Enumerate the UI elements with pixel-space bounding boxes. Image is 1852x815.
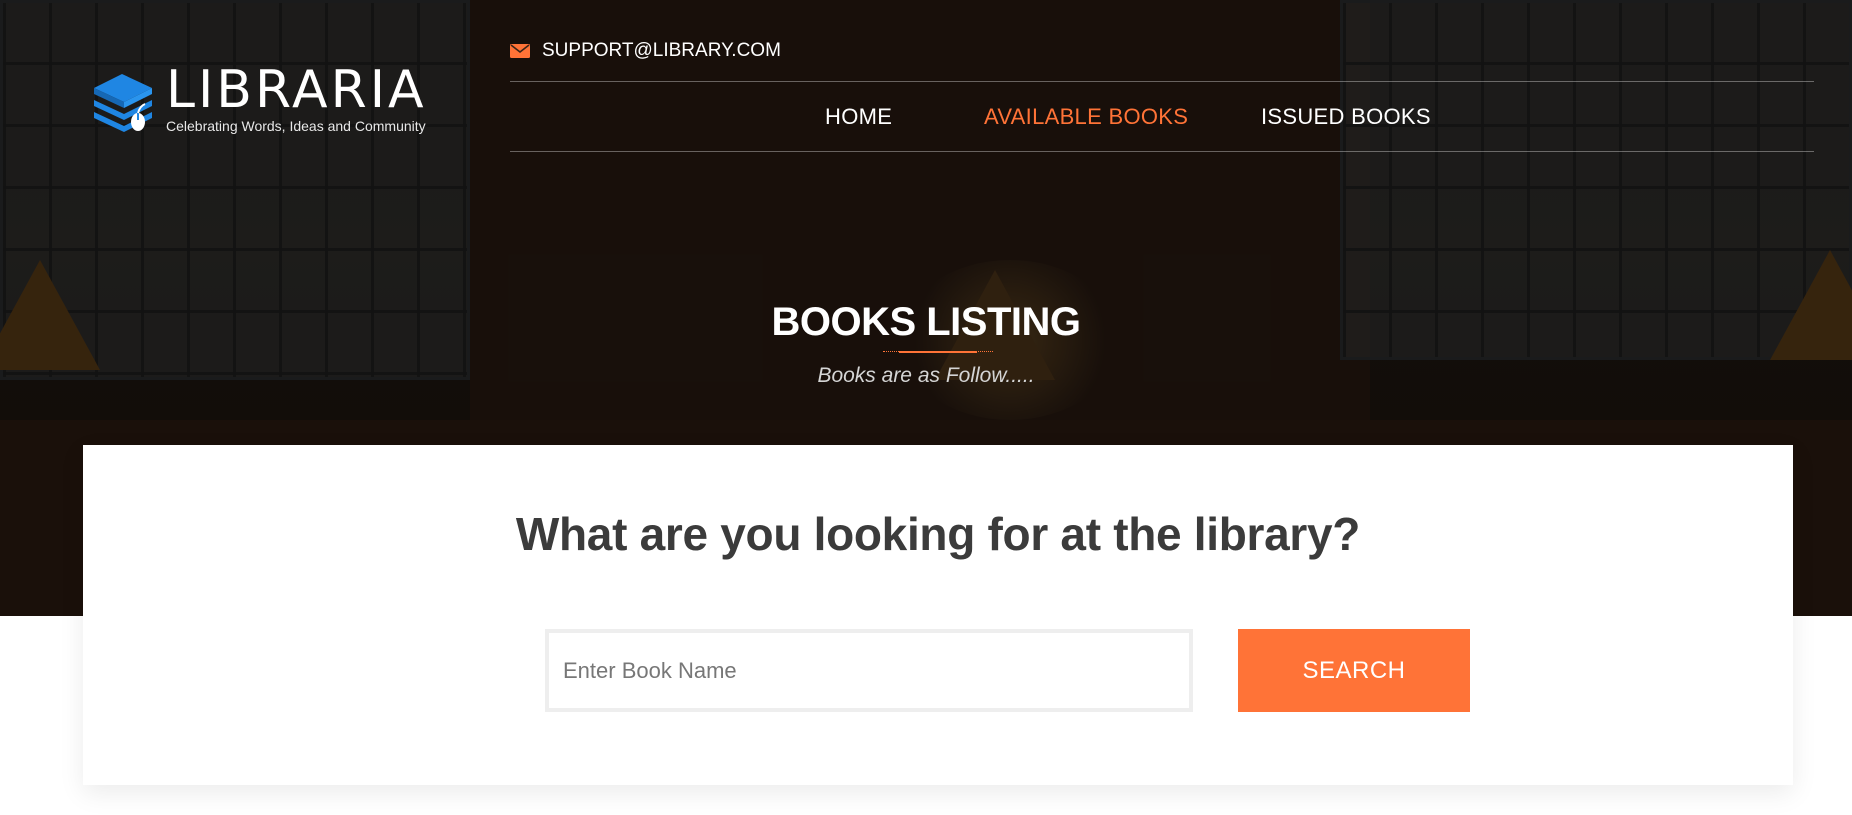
nav-divider-bottom xyxy=(510,151,1814,152)
brand-tagline: Celebrating Words, Ideas and Community xyxy=(166,118,426,134)
nav-item-issued-books[interactable]: ISSUED BOOKS xyxy=(1261,104,1431,130)
support-email-text: SUPPORT@LIBRARY.COM xyxy=(542,40,781,61)
support-email[interactable]: SUPPORT@LIBRARY.COM xyxy=(510,40,781,62)
site-logo[interactable]: LIBRARIA Celebrating Words, Ideas and Co… xyxy=(90,62,427,134)
nav-item-available-books[interactable]: AVAILABLE BOOKS xyxy=(984,104,1188,130)
main-nav: HOME AVAILABLE BOOKS ISSUED BOOKS xyxy=(510,82,1814,152)
brand-name: LIBRARIA xyxy=(166,60,427,120)
book-search-input[interactable] xyxy=(545,629,1193,712)
book-stack-icon xyxy=(94,74,152,132)
page-subtitle: Books are as Follow..... xyxy=(817,364,1035,387)
title-underline xyxy=(883,351,993,353)
search-heading: What are you looking for at the library? xyxy=(515,508,1361,560)
search-button[interactable]: SEARCH xyxy=(1238,629,1470,712)
page-title: BOOKS LISTING xyxy=(771,300,1081,344)
nav-item-home[interactable]: HOME xyxy=(825,104,892,130)
search-card: What are you looking for at the library?… xyxy=(83,445,1793,785)
envelope-icon xyxy=(510,44,530,58)
